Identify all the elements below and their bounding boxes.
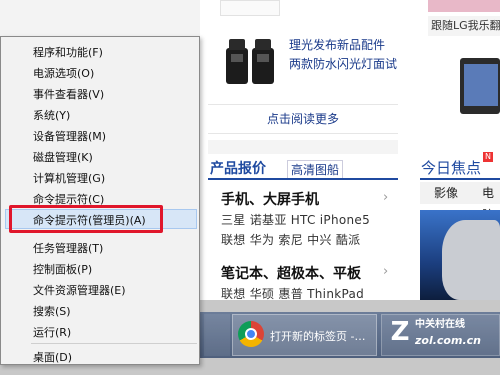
menu-item-disk-management[interactable]: 磁盘管理(K) xyxy=(33,149,93,165)
menu-item-programs-features[interactable]: 程序和功能(F) xyxy=(33,44,103,60)
menu-item-computer-management[interactable]: 计算机管理(G) xyxy=(33,170,105,186)
menu-item-file-explorer[interactable]: 文件资源管理器(E) xyxy=(33,282,126,298)
menu-item-system[interactable]: 系统(Y) xyxy=(33,107,70,123)
menu-item-search[interactable]: 搜索(S) xyxy=(33,303,71,319)
flash-product-image[interactable] xyxy=(220,36,278,84)
focus-section-title[interactable]: 今日焦点 xyxy=(421,157,481,178)
lg-banner-image[interactable] xyxy=(428,0,500,12)
focus-mouse-image[interactable] xyxy=(420,210,500,300)
chrome-icon xyxy=(238,321,264,347)
menu-item-task-manager[interactable]: 任务管理器(T) xyxy=(33,240,103,256)
watermark-site-name: 中关村在线 xyxy=(415,319,465,330)
top-product-thumbnail[interactable] xyxy=(220,0,280,16)
category-phones-brands-2[interactable]: 联想 华为 索尼 中兴 酷派 xyxy=(221,231,360,248)
power-user-menu: 程序和功能(F) 电源选项(O) 事件查看器(V) 系统(Y) 设备管理器(M)… xyxy=(0,36,200,365)
category-phones-brands-1[interactable]: 三星 诺基亚 HTC iPhone5 xyxy=(221,211,370,228)
read-more-link[interactable]: 点击阅读更多 xyxy=(208,104,398,134)
category-phones-heading[interactable]: 手机、大屏手机 xyxy=(221,189,319,209)
tablet-screen xyxy=(464,64,498,106)
lg-banner-label[interactable]: 跟随LG我乐翻 xyxy=(428,16,500,36)
taskbar-item[interactable] xyxy=(204,314,230,356)
price-section-title[interactable]: 产品报价 xyxy=(210,158,266,178)
product-news-link[interactable]: 理光发布新品配件 两款防水闪光灯面试 xyxy=(289,36,399,74)
focus-tabs: 影像 电脑 xyxy=(420,182,500,222)
callout-highlight-box xyxy=(9,205,163,233)
menu-item-run[interactable]: 运行(R) xyxy=(33,324,71,340)
menu-item-power-options[interactable]: 电源选项(O) xyxy=(33,65,94,81)
menu-item-control-panel[interactable]: 控制面板(P) xyxy=(33,261,92,277)
price-section-link[interactable]: 高清图船 xyxy=(287,160,344,179)
new-badge: N xyxy=(483,152,493,162)
chevron-right-icon: › xyxy=(383,190,389,205)
watermark-domain: zol.com.cn xyxy=(415,334,481,347)
chrome-task-label: 打开新的标签页 -… xyxy=(270,330,366,343)
focus-section-underline xyxy=(420,178,500,180)
section-gap xyxy=(208,140,398,154)
tab-imaging[interactable]: 影像 xyxy=(434,182,458,204)
menu-item-event-viewer[interactable]: 事件查看器(V) xyxy=(33,86,104,102)
price-section-underline xyxy=(208,178,398,180)
menu-separator xyxy=(31,343,197,344)
menu-item-device-manager[interactable]: 设备管理器(M) xyxy=(33,128,106,144)
menu-item-desktop[interactable]: 桌面(D) xyxy=(33,349,72,365)
zol-logo-icon: Z xyxy=(390,317,410,347)
chevron-right-icon: › xyxy=(383,264,389,279)
category-laptops-heading[interactable]: 笔记本、超极本、平板 xyxy=(221,263,361,283)
